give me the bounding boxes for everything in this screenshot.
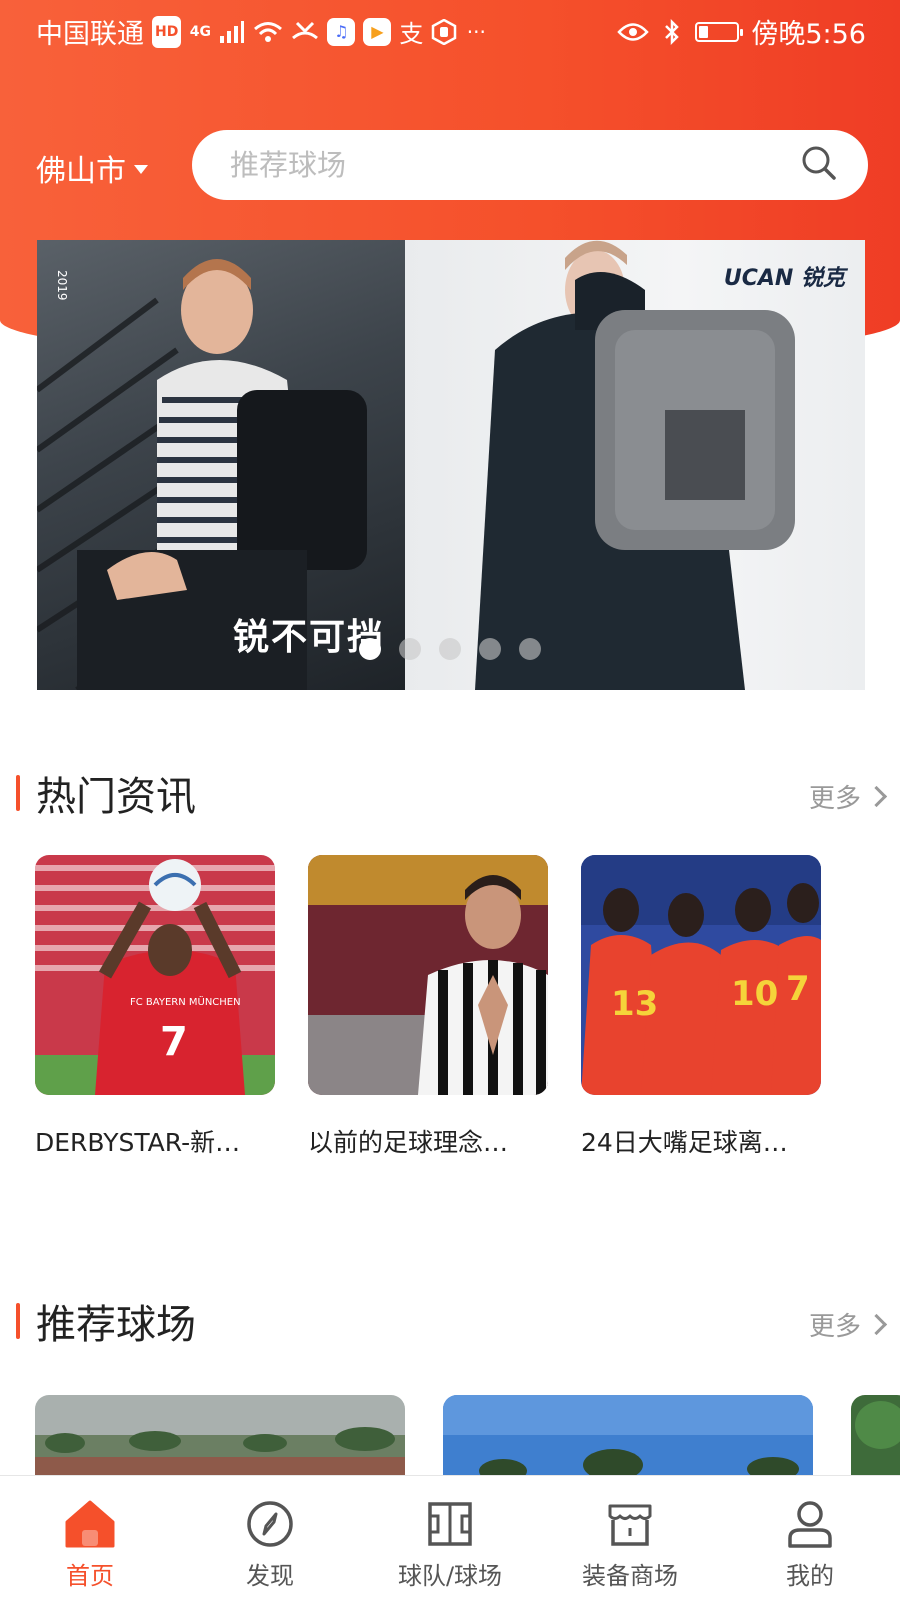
music-app-icon: ♫ (327, 17, 356, 46)
svg-text:10: 10 (731, 974, 778, 1014)
banner-side-text: 2019 (55, 270, 69, 301)
carousel-indicator (359, 638, 541, 660)
tab-profile[interactable]: 我的 (720, 1476, 900, 1601)
banner-photo-left: 2019 锐不可挡 (37, 240, 405, 690)
compass-icon (244, 1498, 296, 1550)
news-image-2 (308, 855, 548, 1095)
promo-banner[interactable]: 2019 锐不可挡 UCAN 锐克 (37, 240, 865, 690)
clock: 傍晚5:56 (751, 19, 866, 50)
section-accent-bar (16, 775, 20, 811)
battery-icon (695, 21, 744, 42)
wifi-icon (253, 17, 283, 47)
carousel-dot[interactable] (399, 638, 421, 660)
carrier-name: 中国联通 (36, 19, 144, 50)
city-label: 佛山市 (36, 154, 126, 189)
carousel-dot[interactable] (519, 638, 541, 660)
news-image-1: FC BAYERN MÜNCHEN 7 (35, 855, 275, 1095)
status-left: 中国联通 HD 4G ♫ ▶ 支 ··· (36, 12, 487, 51)
recommended-fields-more-link[interactable]: 更多 (808, 1306, 888, 1343)
tab-label: 装备商场 (582, 1562, 678, 1590)
hot-news-more-link[interactable]: 更多 (808, 778, 888, 815)
tab-teams-fields[interactable]: 球队/球场 (360, 1476, 540, 1601)
tab-label: 发现 (246, 1562, 294, 1590)
missed-call-icon (291, 17, 319, 47)
svg-text:FC BAYERN MÜNCHEN: FC BAYERN MÜNCHEN (130, 995, 241, 1008)
signal-icon (219, 17, 245, 47)
brand-logo: UCAN 锐克 (723, 266, 845, 291)
news-card[interactable]: 13 10 7 24日大嘴足球离… (581, 855, 821, 1159)
svg-text:7: 7 (786, 969, 810, 1009)
alipay-icon: 支 (399, 20, 424, 48)
carousel-dot[interactable] (479, 638, 501, 660)
svg-text:7: 7 (160, 1019, 188, 1065)
news-title: 以前的足球理念… (308, 1128, 509, 1157)
banner-photo-right: UCAN 锐克 (405, 240, 865, 690)
caret-down-icon (134, 164, 148, 174)
field-card[interactable] (443, 1395, 813, 1475)
more-notifications: ··· (466, 19, 486, 44)
home-icon (64, 1498, 116, 1550)
recommended-fields-header: 推荐球场 更多 (16, 1296, 888, 1348)
news-card[interactable]: FC BAYERN MÜNCHEN 7 DERBYSTAR-新… (35, 855, 275, 1159)
chevron-right-icon (865, 785, 888, 808)
status-bar: 中国联通 HD 4G ♫ ▶ 支 ··· 傍晚5:56 (0, 0, 900, 64)
tab-equipment-store[interactable]: 装备商场 (540, 1476, 720, 1601)
hd-badge: HD (152, 15, 182, 48)
section-accent-bar (16, 1303, 20, 1339)
hot-news-list: FC BAYERN MÜNCHEN 7 DERBYSTAR-新… 以前的足球理念… (35, 855, 821, 1159)
bluetooth-icon (661, 17, 683, 47)
hot-news-header: 热门资讯 更多 (16, 768, 888, 820)
field-card[interactable] (35, 1395, 405, 1475)
news-title: 24日大嘴足球离… (581, 1128, 788, 1157)
hot-news-title: 热门资讯 (36, 774, 196, 820)
recommended-fields-list (35, 1395, 900, 1475)
search-input[interactable] (228, 147, 800, 183)
video-app-icon: ▶ (363, 17, 392, 46)
carousel-dot[interactable] (439, 638, 461, 660)
search-icon[interactable] (800, 144, 838, 186)
tab-home[interactable]: 首页 (0, 1476, 180, 1601)
store-icon (604, 1498, 656, 1550)
network-type: 4G (189, 23, 211, 40)
more-label: 更多 (808, 784, 861, 814)
bottom-tab-bar: 首页 发现 球队/球场 装备商场 我的 (0, 1475, 900, 1601)
more-label: 更多 (808, 1312, 861, 1342)
news-card[interactable]: 以前的足球理念… (308, 855, 548, 1159)
chevron-right-icon (865, 1313, 888, 1336)
city-selector[interactable]: 佛山市 (36, 146, 148, 190)
news-title: DERBYSTAR-新… (35, 1128, 241, 1157)
eye-icon (617, 17, 650, 47)
tab-label: 球队/球场 (397, 1562, 503, 1590)
battery-level (699, 25, 709, 38)
carousel-dot[interactable] (359, 638, 381, 660)
hand-icon (431, 17, 457, 47)
field-icon (424, 1498, 476, 1550)
field-card[interactable] (851, 1395, 900, 1475)
tab-label: 首页 (66, 1562, 114, 1590)
search-bar[interactable] (192, 130, 868, 200)
status-right: 傍晚5:56 (617, 12, 866, 51)
svg-text:13: 13 (611, 984, 658, 1024)
news-image-3: 13 10 7 (581, 855, 821, 1095)
tab-discover[interactable]: 发现 (180, 1476, 360, 1601)
tab-label: 我的 (786, 1562, 834, 1590)
recommended-fields-title: 推荐球场 (36, 1302, 196, 1348)
user-icon (784, 1498, 836, 1550)
